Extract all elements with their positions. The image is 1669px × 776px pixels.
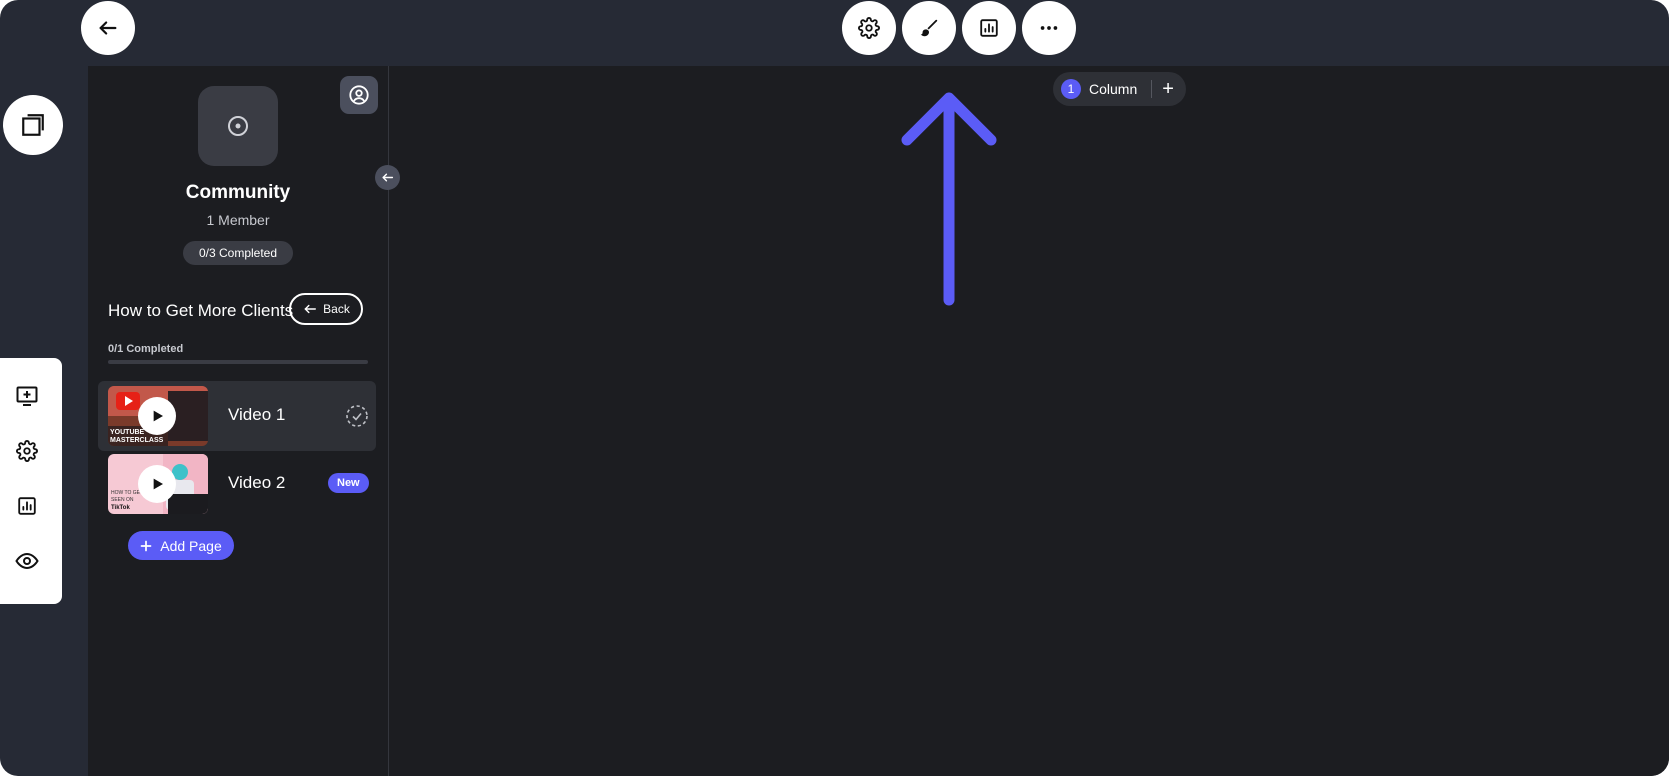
radio-dot-icon	[228, 116, 248, 136]
lesson-title: Video 2	[228, 473, 286, 492]
user-circle-icon	[349, 85, 369, 105]
video-thumbnail: YOUTUBE MASTERCLASS	[108, 386, 208, 446]
pages-icon	[22, 114, 44, 136]
add-screen-icon	[16, 386, 38, 406]
analytics-button[interactable]	[962, 1, 1016, 55]
add-page-button[interactable]: Add Page	[128, 531, 234, 560]
section-progress-bar	[108, 360, 368, 364]
completed-badge: 0/3 Completed	[183, 241, 293, 265]
member-count: 1 Member	[206, 212, 270, 228]
column-count: 1	[1061, 79, 1081, 99]
arrow-left-icon	[382, 173, 394, 182]
left-rail	[0, 358, 62, 604]
arrow-left-icon	[304, 304, 317, 314]
settings-button[interactable]	[842, 1, 896, 55]
arrow-up-icon	[901, 92, 997, 306]
profile-button[interactable]	[340, 76, 378, 114]
community-logo	[198, 86, 278, 166]
play-icon	[153, 478, 163, 490]
play-button[interactable]	[138, 397, 176, 435]
svg-text:MASTERCLASS: MASTERCLASS	[110, 437, 164, 444]
svg-text:YOUTUBE: YOUTUBE	[110, 429, 145, 436]
rail-analytics-button[interactable]	[14, 493, 40, 519]
editor-canvas[interactable]: 1 Column +	[388, 66, 1669, 776]
svg-text:HOW TO GET: HOW TO GET	[111, 490, 143, 496]
add-screen-button[interactable]	[14, 383, 40, 409]
more-icon	[1040, 26, 1058, 30]
chart-icon	[980, 19, 998, 37]
collapse-sidebar-button[interactable]	[375, 165, 400, 190]
section-progress-label: 0/1 Completed	[108, 343, 184, 355]
preview-button[interactable]	[14, 548, 40, 574]
chart-icon	[18, 497, 36, 515]
top-toolbar	[0, 0, 1669, 66]
pages-toggle-button[interactable]	[3, 95, 63, 155]
add-page-label: Add Page	[160, 537, 222, 554]
video-thumbnail: HOW TO GET SEEN ON TikTok	[108, 454, 208, 514]
section-back-label: Back	[323, 302, 350, 316]
lesson-item-video-1[interactable]: YOUTUBE MASTERCLASS Video 1	[98, 381, 376, 451]
brush-icon	[920, 19, 938, 37]
column-label: Column	[1089, 81, 1138, 97]
svg-text:SEEN ON: SEEN ON	[111, 497, 134, 503]
play-icon	[153, 410, 163, 422]
add-column-button[interactable]: +	[1162, 79, 1174, 99]
divider	[1151, 80, 1153, 98]
section-title: How to Get More Clients	[108, 301, 294, 320]
design-button[interactable]	[902, 1, 956, 55]
gear-icon	[16, 440, 38, 462]
community-title: Community	[185, 182, 291, 203]
lesson-item-video-2[interactable]: HOW TO GET SEEN ON TikTok Video 2 New	[98, 449, 376, 519]
incomplete-check-icon	[346, 405, 368, 427]
course-sidebar: Community 1 Member 0/3 Completed How to …	[88, 66, 388, 776]
eye-icon	[15, 552, 39, 570]
back-button[interactable]	[81, 1, 135, 55]
more-options-button[interactable]	[1022, 1, 1076, 55]
new-badge: New	[328, 473, 369, 493]
lesson-title: Video 1	[228, 405, 286, 424]
app-window: Community 1 Member 0/3 Completed How to …	[0, 0, 1669, 776]
arrow-left-icon	[99, 21, 117, 35]
rail-settings-button[interactable]	[14, 438, 40, 464]
plus-icon	[140, 540, 152, 551]
svg-text:TikTok: TikTok	[111, 505, 130, 511]
section-back-button[interactable]: Back	[289, 293, 363, 325]
play-button[interactable]	[138, 465, 176, 503]
gear-icon	[858, 17, 880, 39]
column-selector[interactable]: 1 Column +	[1053, 72, 1186, 106]
